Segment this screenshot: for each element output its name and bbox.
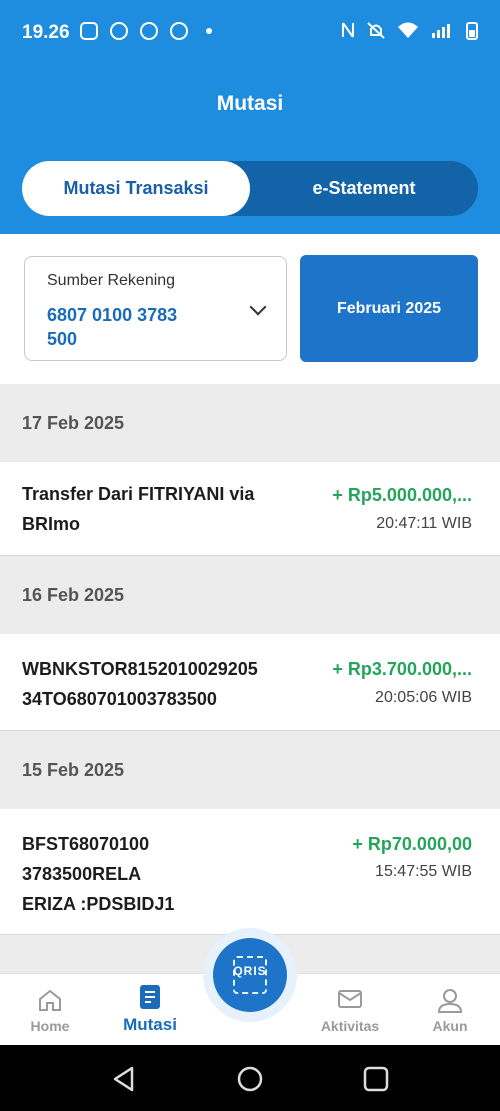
battery-icon bbox=[466, 22, 478, 40]
recents-icon[interactable] bbox=[362, 1065, 390, 1093]
transaction-amount: + Rp70.000,00 bbox=[352, 834, 472, 854]
chrome-icon bbox=[170, 22, 188, 40]
account-number: 6807 0100 3783 500 bbox=[47, 305, 178, 349]
date-header: 16 Feb 2025 bbox=[0, 556, 500, 634]
qris-button[interactable]: QRIS bbox=[213, 938, 287, 1012]
transaction-item[interactable]: BFST68070100 3783500RELA ERIZA :PDSBIDJ1… bbox=[0, 809, 500, 935]
nav-akun[interactable]: Akun bbox=[400, 974, 500, 1046]
nav-label: Akun bbox=[432, 1018, 468, 1034]
transaction-amount: + Rp3.700.000,... bbox=[332, 659, 472, 679]
status-time: 19.26 bbox=[22, 22, 70, 43]
system-status-icons bbox=[340, 20, 478, 40]
signal-icon bbox=[432, 24, 450, 38]
nav-mutasi[interactable]: Mutasi bbox=[100, 974, 200, 1046]
header: Mutasi Mutasi Transaksi e-Statement bbox=[0, 66, 500, 234]
account-label: Sumber Rekening bbox=[47, 272, 176, 289]
mail-icon bbox=[338, 990, 362, 1008]
user-icon bbox=[437, 989, 463, 1013]
system-navigation-bar bbox=[0, 1045, 500, 1111]
nav-label: Home bbox=[30, 1018, 70, 1034]
transaction-description: BFST68070100 3783500RELA ERIZA :PDSBIDJ1 bbox=[22, 834, 175, 914]
nav-label: Mutasi bbox=[123, 1015, 177, 1034]
tab-mutasi-transaksi[interactable]: Mutasi Transaksi bbox=[22, 161, 250, 216]
status-bar: 19.26 bbox=[0, 0, 500, 66]
wifi-icon bbox=[398, 22, 418, 38]
transaction-list: 17 Feb 2025 Transfer Dari FITRIYANI via … bbox=[0, 384, 500, 975]
transaction-description: WBNKSTOR8152010029205 34TO68070100378350… bbox=[22, 659, 258, 709]
account-selector[interactable]: Sumber Rekening 6807 0100 3783 500 bbox=[24, 256, 287, 361]
transaction-time: 20:05:06 WIB bbox=[375, 689, 472, 706]
nav-label: Aktivitas bbox=[320, 1018, 380, 1034]
nfc-icon bbox=[342, 22, 354, 38]
date-header: 15 Feb 2025 bbox=[0, 731, 500, 809]
tab-e-statement[interactable]: e-Statement bbox=[250, 161, 478, 216]
month-selector-button[interactable]: Februari 2025 bbox=[300, 255, 478, 362]
more-notifications-icon bbox=[206, 28, 212, 34]
nav-home[interactable]: Home bbox=[0, 974, 100, 1046]
transaction-amount: + Rp5.000.000,... bbox=[332, 485, 472, 505]
transaction-item[interactable]: Transfer Dari FITRIYANI via BRImo + Rp5.… bbox=[0, 462, 500, 556]
notification-icons bbox=[80, 22, 212, 40]
tab-bar: Mutasi Transaksi e-Statement bbox=[22, 161, 478, 216]
nav-aktivitas[interactable]: Aktivitas bbox=[300, 974, 400, 1046]
receipt-icon bbox=[140, 985, 160, 1009]
chevron-down-icon bbox=[249, 298, 267, 316]
mute-icon bbox=[367, 22, 385, 39]
page-title: Mutasi bbox=[216, 92, 284, 115]
date-header: 17 Feb 2025 bbox=[0, 384, 500, 462]
transaction-time: 20:47:11 WIB bbox=[376, 515, 472, 532]
home-button-icon[interactable] bbox=[236, 1065, 264, 1093]
chrome-icon bbox=[140, 22, 158, 40]
transaction-description: Transfer Dari FITRIYANI via BRImo bbox=[22, 484, 255, 534]
transaction-time: 15:47:55 WIB bbox=[375, 863, 472, 880]
chrome-icon bbox=[110, 22, 128, 40]
filter-section: Sumber Rekening 6807 0100 3783 500 Febru… bbox=[0, 234, 500, 384]
qris-label: QRIS bbox=[233, 964, 267, 978]
transaction-item[interactable]: WBNKSTOR8152010029205 34TO68070100378350… bbox=[0, 634, 500, 731]
home-icon bbox=[39, 989, 61, 1011]
back-icon[interactable] bbox=[110, 1065, 138, 1093]
instagram-icon bbox=[80, 22, 98, 40]
